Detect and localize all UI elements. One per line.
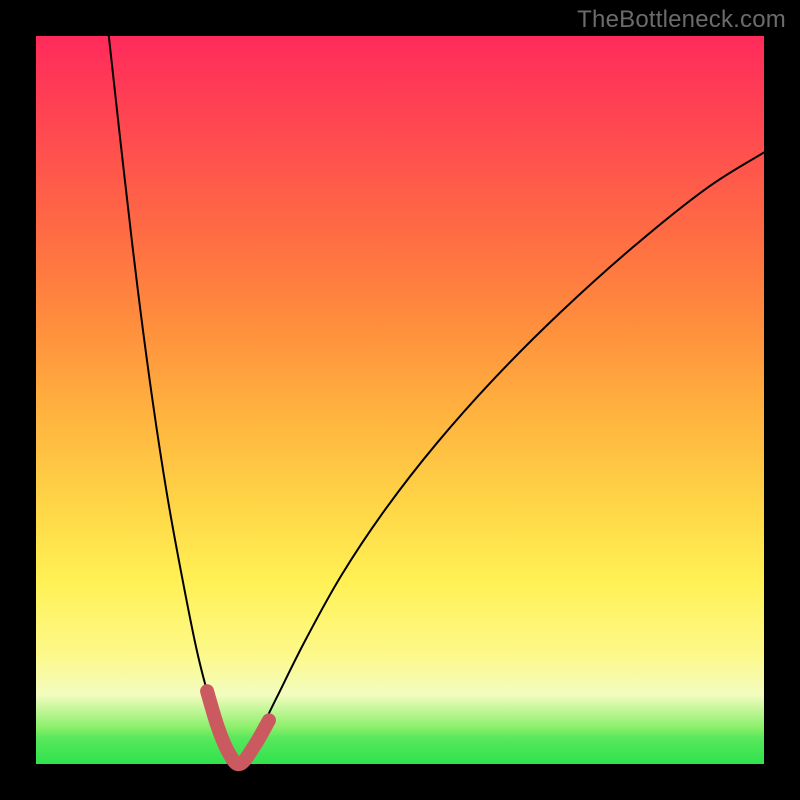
chart-frame: TheBottleneck.com bbox=[0, 0, 800, 800]
watermark-text: TheBottleneck.com bbox=[577, 6, 786, 34]
left-branch-line bbox=[109, 36, 240, 764]
curve-layer bbox=[36, 36, 764, 764]
valley-highlight-line bbox=[207, 691, 269, 764]
plot-area bbox=[36, 36, 764, 764]
right-branch-line bbox=[240, 152, 764, 764]
